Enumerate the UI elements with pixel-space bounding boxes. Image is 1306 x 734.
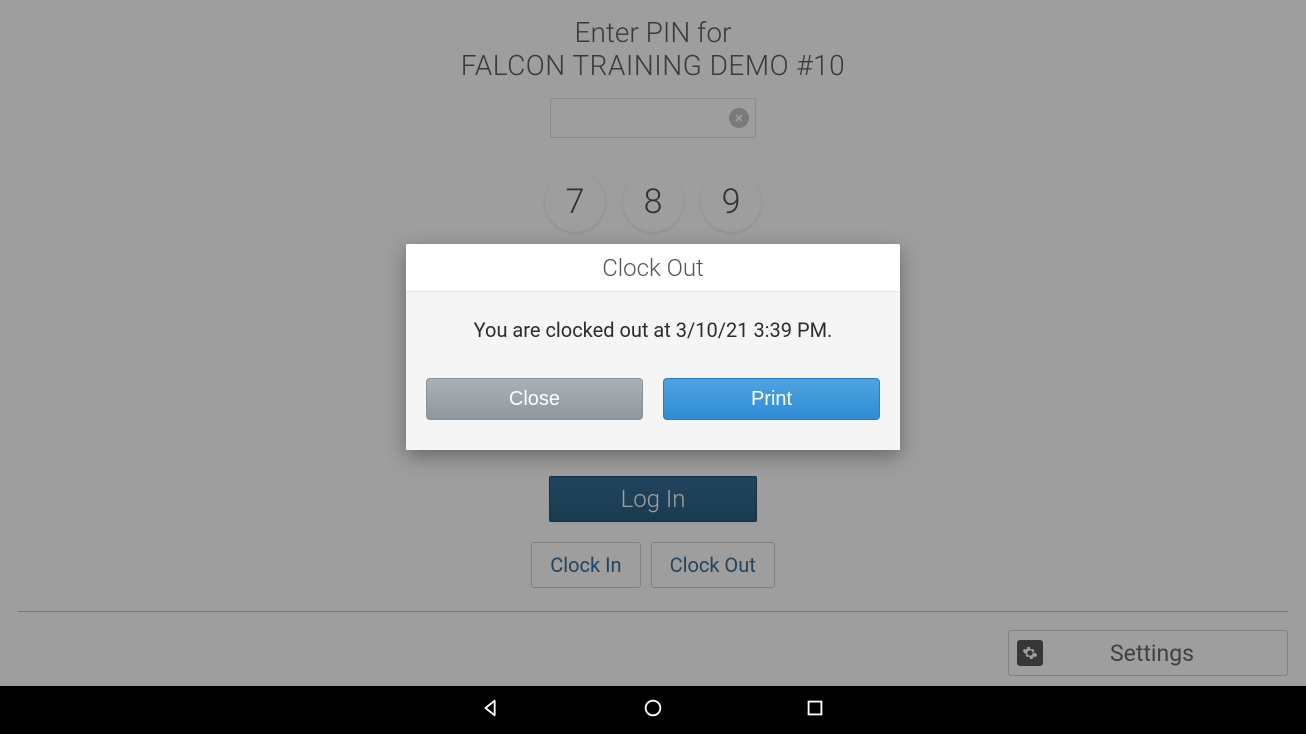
clock-out-modal: Clock Out You are clocked out at 3/10/21… [406, 244, 900, 450]
modal-body: You are clocked out at 3/10/21 3:39 PM. … [406, 292, 900, 450]
print-button[interactable]: Print [663, 378, 880, 420]
modal-title: Clock Out [406, 244, 900, 292]
close-button[interactable]: Close [426, 378, 643, 420]
modal-button-row: Close Print [426, 378, 880, 420]
android-nav-bar [0, 686, 1306, 734]
back-icon[interactable] [480, 697, 502, 723]
modal-message: You are clocked out at 3/10/21 3:39 PM. [474, 318, 833, 342]
recent-apps-icon[interactable] [804, 697, 826, 723]
home-icon[interactable] [642, 697, 664, 723]
